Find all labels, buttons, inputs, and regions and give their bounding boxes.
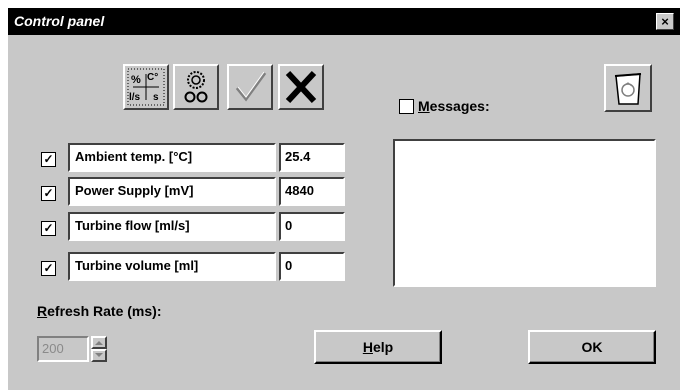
units-glyph-c: l/s xyxy=(129,92,141,103)
turbine-flow-checkbox[interactable]: ✓ xyxy=(41,221,56,236)
refresh-rate-label: Refresh Rate (ms): xyxy=(37,303,162,319)
power-supply-value: 4840 xyxy=(279,177,345,206)
help-button[interactable]: Help xyxy=(314,330,442,364)
units-icon: % C° l/s s xyxy=(127,68,165,106)
turbine-volume-value: 0 xyxy=(279,252,345,281)
ambient-temp-value: 25.4 xyxy=(279,143,345,172)
messages-label: Messages: xyxy=(418,98,490,114)
close-button[interactable]: × xyxy=(656,13,674,30)
messages-label-rest: essages: xyxy=(429,98,490,114)
refresh-rate-input[interactable]: 200 xyxy=(37,336,89,362)
messages-list[interactable] xyxy=(393,139,656,287)
power-supply-checkbox[interactable]: ✓ xyxy=(41,186,56,201)
settings-button[interactable] xyxy=(173,64,219,110)
apply-button[interactable] xyxy=(227,64,273,110)
arrow-up-icon xyxy=(95,341,103,345)
ambient-temp-label: Ambient temp. [°C] xyxy=(68,143,276,172)
title-bar: Control panel × xyxy=(8,8,680,35)
units-glyph-b: C° xyxy=(147,72,158,83)
checkmark-icon xyxy=(235,71,267,102)
power-supply-label: Power Supply [mV] xyxy=(68,177,276,206)
refresh-rate-label-rest: efresh Rate (ms): xyxy=(47,303,162,319)
units-button[interactable]: % C° l/s s xyxy=(123,64,169,110)
cancel-button[interactable] xyxy=(278,64,324,110)
refresh-rate-up-button[interactable] xyxy=(91,336,107,349)
refresh-rate-accesskey: R xyxy=(37,303,48,319)
turbine-flow-value: 0 xyxy=(279,212,345,241)
arrow-down-icon xyxy=(95,353,103,357)
x-icon xyxy=(285,70,317,104)
gears-icon xyxy=(184,71,208,103)
control-panel-window: Control panel × % C° l/s s ✓ Ambient tem… xyxy=(8,8,680,390)
trash-can-icon xyxy=(614,73,642,105)
turbine-volume-label: Turbine volume [ml] xyxy=(68,252,276,281)
turbine-flow-label: Turbine flow [ml/s] xyxy=(68,212,276,241)
help-accesskey: H xyxy=(362,339,373,355)
messages-label-accesskey: M xyxy=(418,98,430,114)
units-glyph-d: s xyxy=(153,92,159,103)
turbine-volume-checkbox[interactable]: ✓ xyxy=(41,261,56,276)
window-title: Control panel xyxy=(14,13,105,29)
units-glyph-a: % xyxy=(131,74,141,86)
messages-checkbox[interactable] xyxy=(399,99,414,114)
help-label-rest: elp xyxy=(372,339,394,355)
ambient-temp-checkbox[interactable]: ✓ xyxy=(41,152,56,167)
refresh-rate-down-button[interactable] xyxy=(91,349,107,362)
ok-button[interactable]: OK xyxy=(528,330,656,364)
clear-messages-button[interactable] xyxy=(604,64,652,112)
